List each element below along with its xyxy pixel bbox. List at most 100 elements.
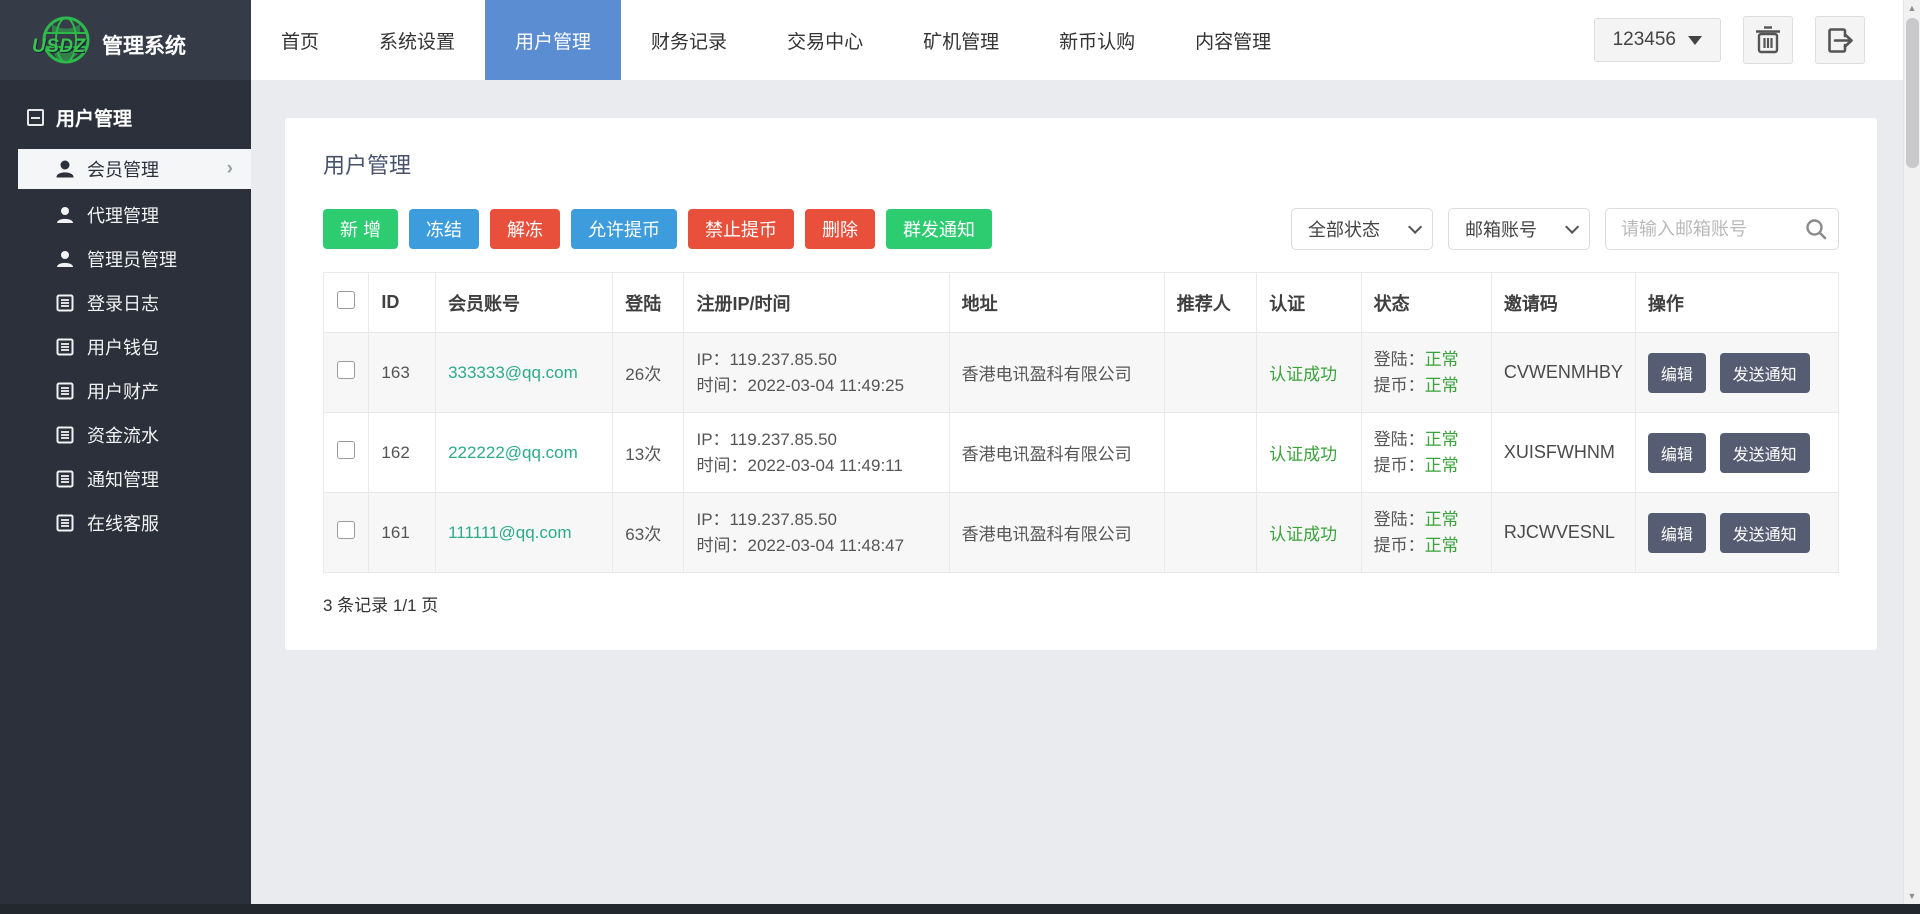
- cell-address: 香港电讯盈科有限公司: [948, 492, 1165, 573]
- freeze-button[interactable]: 冻结: [409, 209, 480, 249]
- sidebar-section-header[interactable]: 用户管理: [0, 104, 251, 149]
- list-icon: [56, 382, 74, 400]
- search-icon[interactable]: [1805, 218, 1827, 240]
- tab-miner-management[interactable]: 矿机管理: [893, 0, 1029, 80]
- tab-user-management[interactable]: 用户管理: [485, 0, 622, 80]
- tab-new-coin[interactable]: 新币认购: [1029, 0, 1165, 80]
- status-filter-select[interactable]: 全部状态: [1291, 208, 1433, 250]
- top-nav: 首页 系统设置 用户管理 财务记录 交易中心 矿机管理 新币认购 内容管理: [251, 0, 1301, 80]
- col-account: 会员账号: [435, 272, 614, 333]
- user-icon: [57, 207, 73, 223]
- col-id: ID: [368, 272, 437, 333]
- row-checkbox[interactable]: [337, 361, 356, 379]
- unfreeze-button[interactable]: 解冻: [490, 209, 561, 249]
- cell-referrer: [1163, 412, 1258, 493]
- forbid-withdraw-button[interactable]: 禁止提币: [688, 209, 795, 249]
- edit-button[interactable]: 编辑: [1647, 512, 1706, 553]
- tab-system-settings[interactable]: 系统设置: [349, 0, 485, 80]
- user-icon: [56, 160, 74, 178]
- sidebar-item-user-wallet[interactable]: 用户钱包: [0, 325, 251, 369]
- cell-address: 香港电讯盈科有限公司: [948, 412, 1165, 493]
- brand-text: USDZ: [32, 36, 86, 57]
- cell-logins: 26次: [612, 332, 685, 413]
- send-notify-button[interactable]: 发送通知: [1719, 352, 1810, 393]
- select-all-checkbox[interactable]: [337, 291, 356, 309]
- member-account-link[interactable]: 111111@qq.com: [448, 523, 571, 542]
- table-row: 162 222222@qq.com 13次 IP：119.237.85.50 时…: [322, 412, 1840, 493]
- sidebar-item-label: 代理管理: [87, 206, 159, 226]
- send-notify-button[interactable]: 发送通知: [1719, 432, 1810, 473]
- cell-referrer: [1163, 332, 1258, 413]
- cell-actions: 编辑 发送通知: [1634, 412, 1840, 493]
- user-dropdown[interactable]: 123456: [1593, 18, 1721, 62]
- trash-button[interactable]: [1743, 16, 1793, 64]
- sidebar-item-label: 用户钱包: [87, 338, 159, 358]
- top-bar: USDZ 管理系统 首页 系统设置 用户管理 财务记录 交易中心 矿机管理 新币…: [0, 0, 1920, 80]
- field-filter-value: 邮箱账号: [1465, 220, 1537, 240]
- sidebar-item-label: 用户财产: [87, 382, 159, 402]
- member-account-link[interactable]: 333333@qq.com: [448, 363, 578, 382]
- cell-ip-time: IP：119.237.85.50 时间：2022-03-04 11:49:11: [683, 412, 950, 493]
- sidebar-item-notice-management[interactable]: 通知管理: [0, 457, 251, 501]
- globe-logo-icon: USDZ: [32, 14, 92, 66]
- col-actions: 操作: [1634, 272, 1840, 333]
- cell-ip-time: IP：119.237.85.50 时间：2022-03-04 11:48:47: [683, 492, 950, 573]
- user-icon: [57, 251, 73, 267]
- tab-content-management[interactable]: 内容管理: [1165, 0, 1301, 80]
- allow-withdraw-button[interactable]: 允许提币: [571, 209, 678, 249]
- cell-id: 163: [368, 332, 437, 413]
- cell-status: 登陆：正常 提币：正常: [1360, 492, 1492, 573]
- tab-trade-center[interactable]: 交易中心: [757, 0, 893, 80]
- topbar-actions: 123456: [1593, 0, 1865, 80]
- tab-finance-records[interactable]: 财务记录: [621, 0, 757, 80]
- row-checkbox[interactable]: [337, 441, 356, 459]
- cell-address: 香港电讯盈科有限公司: [948, 332, 1165, 413]
- filters: 全部状态 邮箱账号: [1291, 208, 1839, 250]
- field-filter-select[interactable]: 邮箱账号: [1448, 208, 1590, 250]
- cell-actions: 编辑 发送通知: [1634, 332, 1840, 413]
- tab-home[interactable]: 首页: [251, 0, 349, 80]
- cell-invite-code: RJCWVESNL: [1490, 492, 1636, 573]
- sidebar-item-member-management[interactable]: 会员管理 ›: [18, 149, 251, 189]
- member-account-link[interactable]: 222222@qq.com: [448, 443, 578, 462]
- edit-button[interactable]: 编辑: [1647, 432, 1706, 473]
- logout-button[interactable]: [1815, 16, 1865, 64]
- bottom-bar: [0, 904, 1920, 914]
- list-icon: [56, 514, 74, 532]
- sidebar-item-agent-management[interactable]: 代理管理: [0, 193, 251, 237]
- cell-status: 登陆：正常 提币：正常: [1360, 412, 1492, 493]
- scrollbar-thumb[interactable]: [1906, 18, 1919, 168]
- scroll-up-icon[interactable]: ▲: [1904, 0, 1920, 16]
- send-notify-button[interactable]: 发送通知: [1719, 512, 1810, 553]
- search-box: [1605, 208, 1839, 250]
- sidebar-item-fund-flow[interactable]: 资金流水: [0, 413, 251, 457]
- sidebar-item-label: 在线客服: [87, 514, 159, 534]
- edit-button[interactable]: 编辑: [1647, 352, 1706, 393]
- sidebar-item-online-service[interactable]: 在线客服: [0, 501, 251, 545]
- scroll-down-icon[interactable]: ▼: [1904, 888, 1920, 904]
- record-count: 3 条记录 1/1 页: [323, 596, 439, 615]
- user-dropdown-label: 123456: [1612, 29, 1676, 50]
- sidebar-item-label: 资金流水: [87, 426, 159, 446]
- sidebar-item-login-log[interactable]: 登录日志: [0, 281, 251, 325]
- cell-referrer: [1163, 492, 1258, 573]
- caret-down-icon: [1688, 35, 1702, 45]
- delete-button[interactable]: 删除: [805, 209, 876, 249]
- cell-status: 登陆：正常 提币：正常: [1360, 332, 1492, 413]
- sidebar-item-admin-management[interactable]: 管理员管理: [0, 237, 251, 281]
- list-icon: [56, 294, 74, 312]
- search-input[interactable]: [1605, 208, 1839, 250]
- cell-logins: 13次: [612, 412, 685, 493]
- row-checkbox[interactable]: [337, 521, 356, 539]
- add-button[interactable]: 新 增: [323, 209, 399, 249]
- logout-icon: [1827, 27, 1853, 53]
- cell-actions: 编辑 发送通知: [1634, 492, 1840, 573]
- sidebar-item-user-assets[interactable]: 用户财产: [0, 369, 251, 413]
- app-title: 管理系统: [102, 35, 186, 58]
- table-row: 161 111111@qq.com 63次 IP：119.237.85.50 时…: [322, 492, 1840, 573]
- chevron-right-icon: ›: [226, 158, 233, 179]
- vertical-scrollbar[interactable]: ▲ ▼: [1903, 0, 1920, 904]
- controls-row: 新 增 冻结 解冻 允许提币 禁止提币 删除 群发通知 全部状态 邮箱账号: [323, 208, 1839, 250]
- mass-notify-button[interactable]: 群发通知: [886, 209, 993, 249]
- cell-auth: 认证成功: [1256, 492, 1362, 573]
